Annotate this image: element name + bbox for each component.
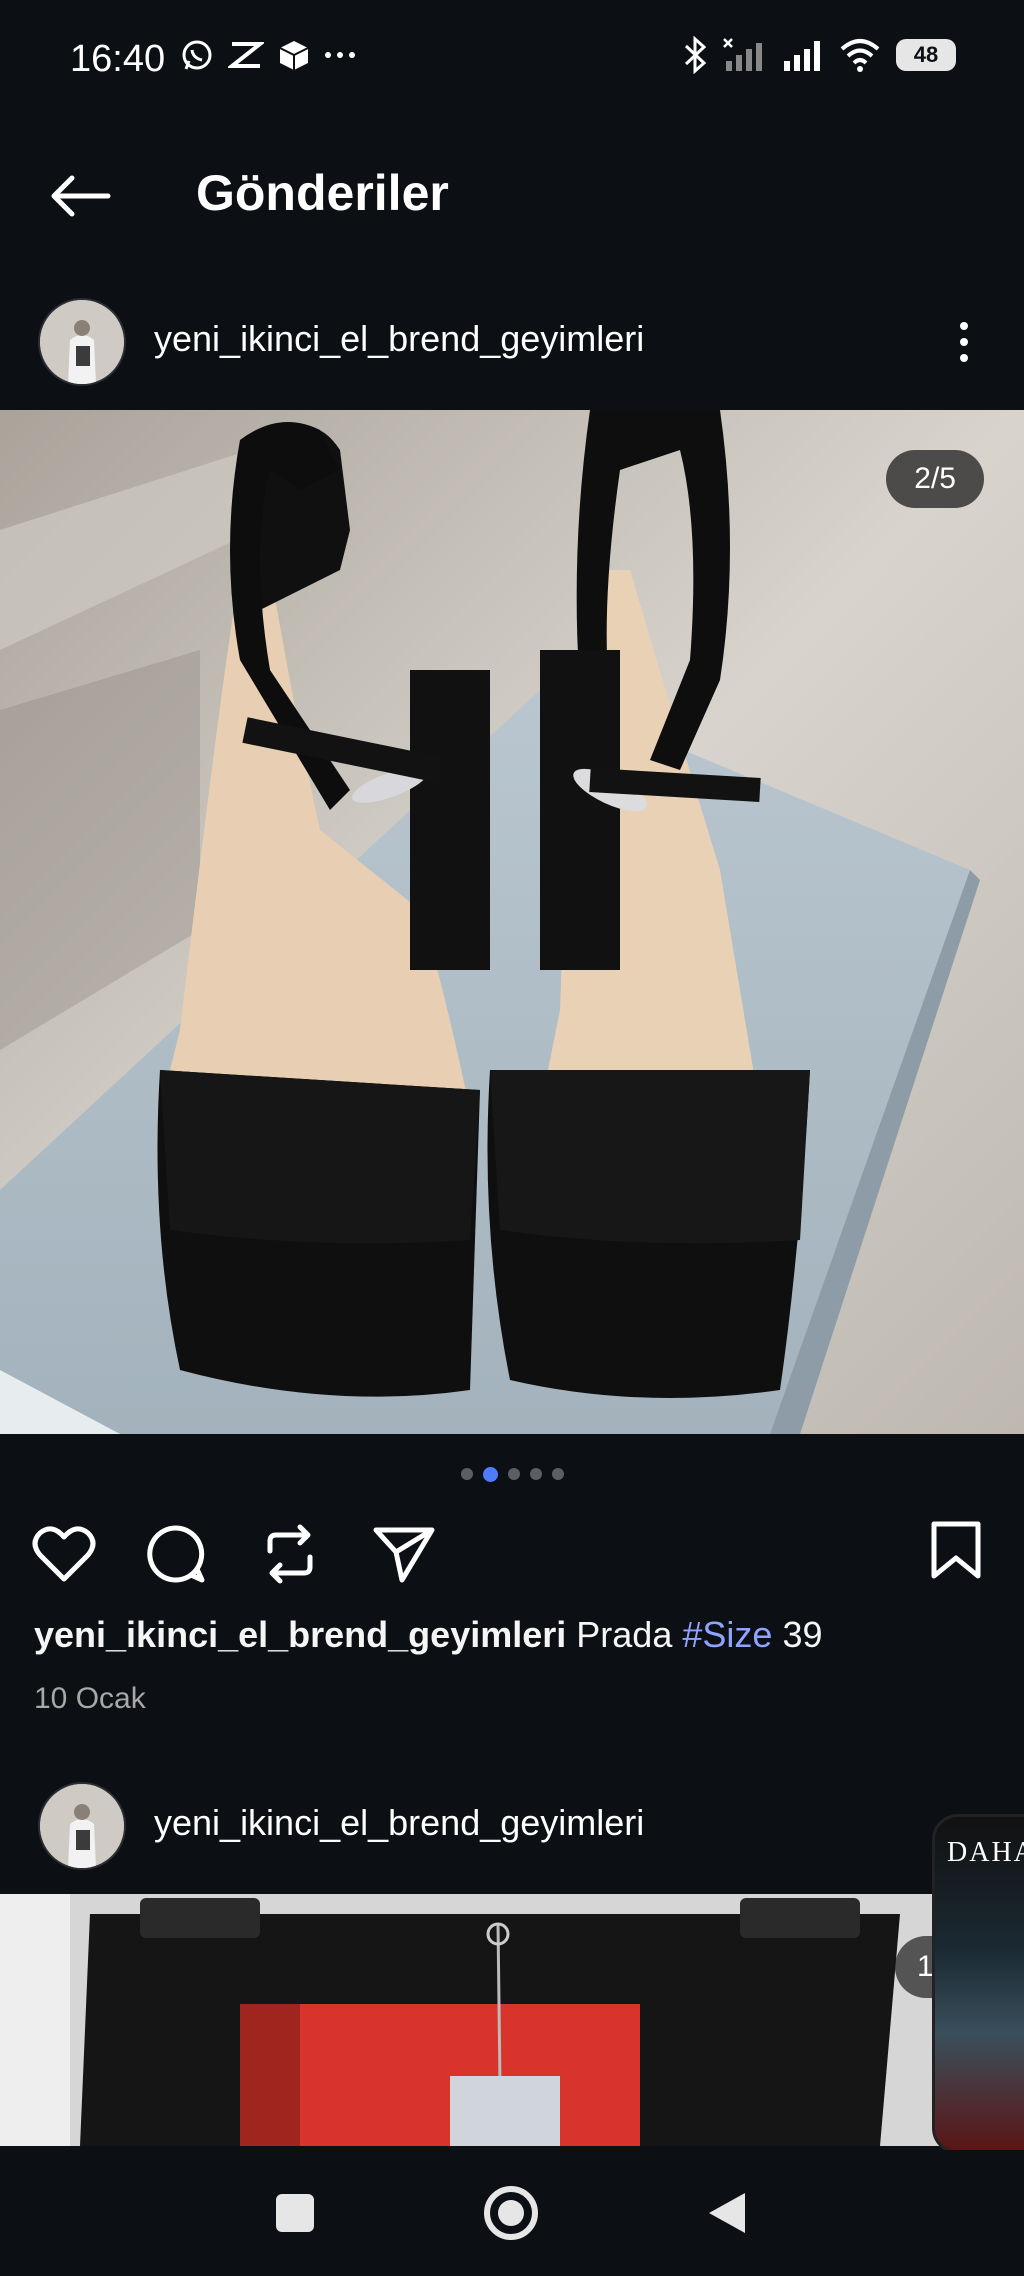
caption-text: Prada <box>576 1614 673 1655</box>
like-button[interactable] <box>28 1518 100 1590</box>
post-username[interactable]: yeni_ikinci_el_brend_geyimleri <box>154 1802 644 1844</box>
post-date: 10 Ocak <box>34 1682 146 1715</box>
carousel-dot <box>529 1468 542 1480</box>
post-caption: yeni_ikinci_el_brend_geyimleri Prada #Si… <box>34 1614 823 1656</box>
post-username[interactable]: yeni_ikinci_el_brend_geyimleri <box>154 318 644 360</box>
status-time: 16:40 <box>70 38 166 80</box>
status-bar: 16:40 48 <box>0 0 1024 120</box>
carousel-dot <box>507 1468 520 1480</box>
avatar[interactable] <box>38 1782 126 1870</box>
shoe-photo <box>0 410 1024 1434</box>
save-button[interactable] <box>920 1514 992 1586</box>
signal-off-icon <box>723 38 762 71</box>
avatar-image <box>40 300 124 384</box>
floating-promo-card[interactable]: DAHA <box>932 1814 1024 2154</box>
home-button[interactable] <box>466 2168 556 2258</box>
caption-text-after: 39 <box>782 1614 823 1655</box>
bookmark-icon <box>931 1521 981 1579</box>
avatar-image <box>40 1784 124 1868</box>
whatsapp-icon <box>182 40 212 70</box>
battery-indicator: 48 <box>896 39 956 71</box>
image-counter: 2/5 <box>886 450 984 508</box>
avatar[interactable] <box>38 298 126 386</box>
box-icon <box>279 41 309 70</box>
heart-icon <box>32 1526 96 1582</box>
carousel-dot <box>460 1468 473 1480</box>
more-dot <box>960 354 968 362</box>
send-icon <box>373 1527 435 1583</box>
status-icons-right: 48 <box>682 36 956 74</box>
page-title: Gönderiler <box>196 165 449 221</box>
carousel-dot-active <box>482 1467 498 1482</box>
back-button[interactable] <box>40 160 120 232</box>
wifi-icon <box>840 39 880 72</box>
repost-button[interactable] <box>254 1518 326 1590</box>
more-dot <box>960 338 968 346</box>
post-image[interactable] <box>0 410 1024 1434</box>
signal-icon <box>784 41 820 71</box>
recents-button[interactable] <box>250 2168 340 2258</box>
back-arrow-icon <box>51 175 111 217</box>
promo-text: DAHA <box>947 1837 1024 1868</box>
carousel-dot <box>551 1468 564 1480</box>
caption-hashtag[interactable]: #Size <box>682 1614 772 1655</box>
back-nav-button[interactable] <box>682 2168 772 2258</box>
more-dot <box>960 322 968 330</box>
system-nav-bar <box>0 2150 1024 2276</box>
carousel-dots <box>0 1467 1024 1482</box>
comment-button[interactable] <box>140 1518 212 1590</box>
share-button[interactable] <box>368 1518 440 1590</box>
post-image[interactable] <box>0 1894 1024 2146</box>
home-circle-icon <box>484 2186 538 2240</box>
square-icon <box>276 2194 314 2232</box>
skirt-photo <box>0 1894 1024 2146</box>
status-icons-left <box>180 38 356 72</box>
more-options-button[interactable] <box>944 312 984 372</box>
caption-username[interactable]: yeni_ikinci_el_brend_geyimleri <box>34 1614 566 1655</box>
bluetooth-icon <box>684 36 707 74</box>
triangle-back-icon <box>709 2193 745 2233</box>
more-dots-icon <box>325 52 355 58</box>
repost-icon <box>267 1524 313 1584</box>
comment-icon <box>147 1525 205 1583</box>
capcut-icon <box>228 42 264 68</box>
